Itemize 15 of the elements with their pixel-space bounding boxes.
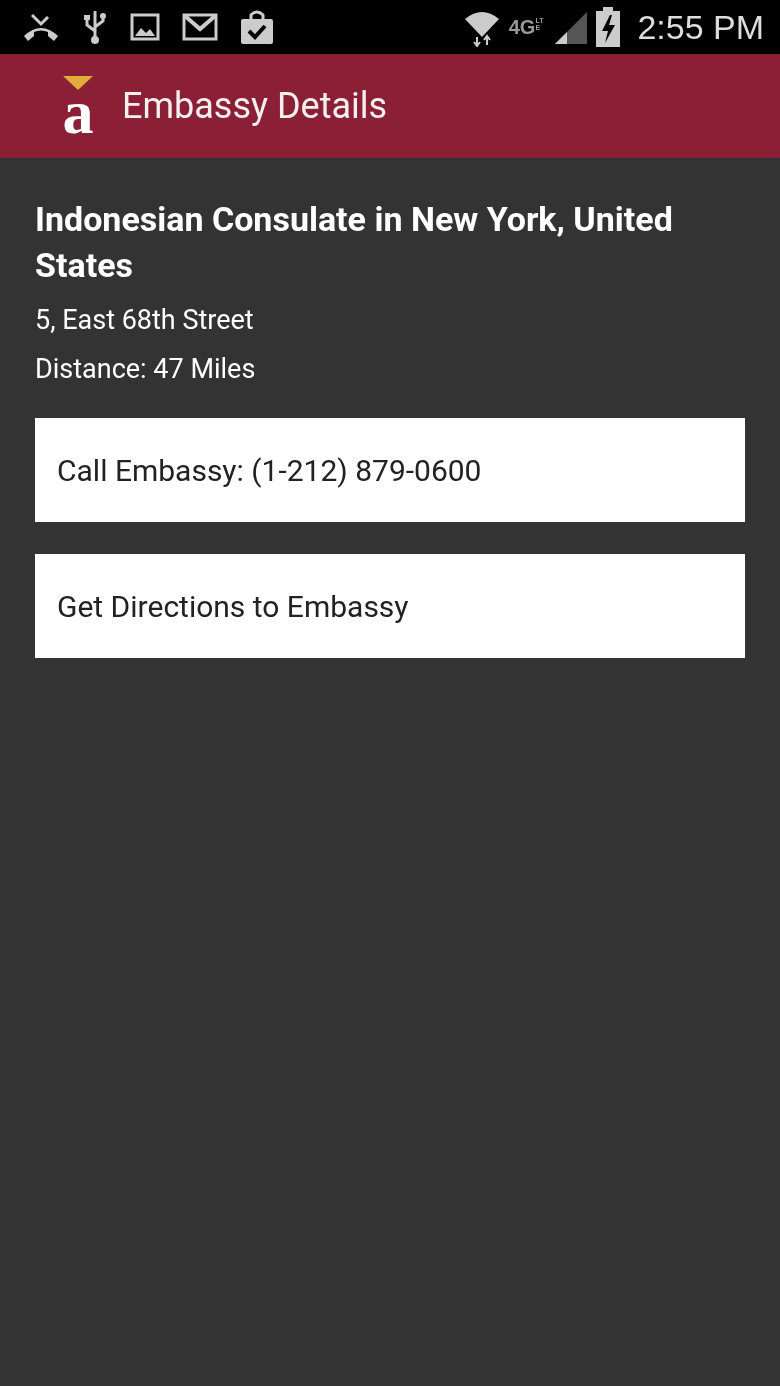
battery-charging-icon [595,7,622,47]
screen-title: Embassy Details [122,85,388,127]
missed-call-icon [22,12,60,42]
clock-time: 2:55 PM [637,7,764,47]
embassy-address: 5, East 68th Street [35,303,255,338]
image-icon [130,13,160,41]
action-button[interactable]: Call Embassy: (1-212) 879-0600 [35,418,745,522]
usb-icon [82,9,108,45]
action-button[interactable]: Get Directions to Embassy [35,554,745,658]
mail-icon [182,13,218,41]
embassy-distance: Distance: 47 Miles [35,352,257,387]
app-logo: a [61,76,95,136]
embassy-name: Indonesian Consulate in New York, United States [35,198,674,287]
signal-icon [553,10,588,44]
shopping-bag-check-icon [240,9,274,45]
